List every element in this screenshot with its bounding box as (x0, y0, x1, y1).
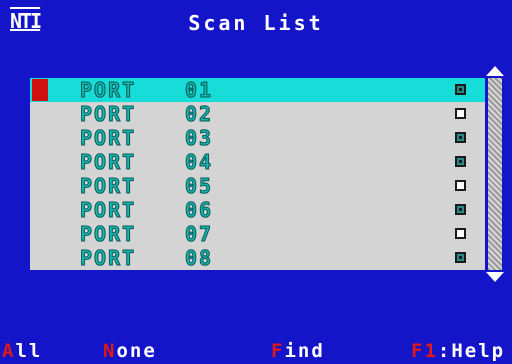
port-number: 02 (184, 102, 214, 126)
list-item-port-08[interactable]: PORT 08 (30, 246, 485, 270)
port-number: 08 (184, 246, 214, 270)
port-number: 03 (184, 126, 214, 150)
scan-checkbox[interactable] (455, 252, 466, 263)
arrow-down-icon[interactable] (486, 272, 504, 282)
select-all-key[interactable]: All (2, 340, 42, 362)
scan-checkbox[interactable] (455, 84, 466, 95)
scan-checkbox[interactable] (455, 156, 466, 167)
hotkey-label: :Help (437, 340, 506, 362)
port-label: PORT (79, 174, 137, 198)
page-title: Scan List (188, 11, 324, 35)
arrow-up-icon[interactable] (486, 66, 504, 76)
port-list: PORT 01 PORT 02 PORT 03 PORT 04 PORT 05 … (30, 78, 485, 270)
scrollbar[interactable] (486, 66, 504, 282)
hotkey-label: ind (284, 340, 325, 362)
port-label: PORT (79, 102, 137, 126)
hotkey-letter: F (271, 340, 285, 362)
list-item-port-06[interactable]: PORT 06 (30, 198, 485, 222)
list-item-port-03[interactable]: PORT 03 (30, 126, 485, 150)
hotkey-label: ll (15, 340, 43, 362)
find-key[interactable]: Find (271, 340, 325, 362)
port-label: PORT (79, 246, 137, 270)
hotkey-label: one (116, 340, 157, 362)
port-label: PORT (79, 150, 137, 174)
port-label: PORT (79, 198, 137, 222)
scan-checkbox[interactable] (455, 108, 466, 119)
port-number: 04 (184, 150, 214, 174)
port-label: PORT (79, 126, 137, 150)
list-item-port-01[interactable]: PORT 01 (30, 78, 485, 102)
hotkey-letter: N (103, 340, 117, 362)
hotkey-letter: F1 (411, 340, 438, 362)
list-item-port-02[interactable]: PORT 02 (30, 102, 485, 126)
list-item-port-05[interactable]: PORT 05 (30, 174, 485, 198)
selection-marker (32, 79, 48, 101)
hotkey-bar: All None Find F1:Help (0, 338, 512, 364)
scan-checkbox[interactable] (455, 228, 466, 239)
port-label: PORT (79, 78, 137, 102)
scroll-track[interactable] (488, 78, 502, 270)
scan-checkbox[interactable] (455, 204, 466, 215)
select-none-key[interactable]: None (103, 340, 157, 362)
help-key[interactable]: F1:Help (411, 340, 505, 362)
list-item-port-07[interactable]: PORT 07 (30, 222, 485, 246)
hotkey-letter: A (2, 340, 16, 362)
port-label: PORT (79, 222, 137, 246)
scan-checkbox[interactable] (455, 132, 466, 143)
port-number: 06 (184, 198, 214, 222)
port-number: 07 (184, 222, 214, 246)
list-item-port-04[interactable]: PORT 04 (30, 150, 485, 174)
scan-checkbox[interactable] (455, 180, 466, 191)
port-number: 05 (184, 174, 214, 198)
port-number: 01 (184, 78, 214, 102)
